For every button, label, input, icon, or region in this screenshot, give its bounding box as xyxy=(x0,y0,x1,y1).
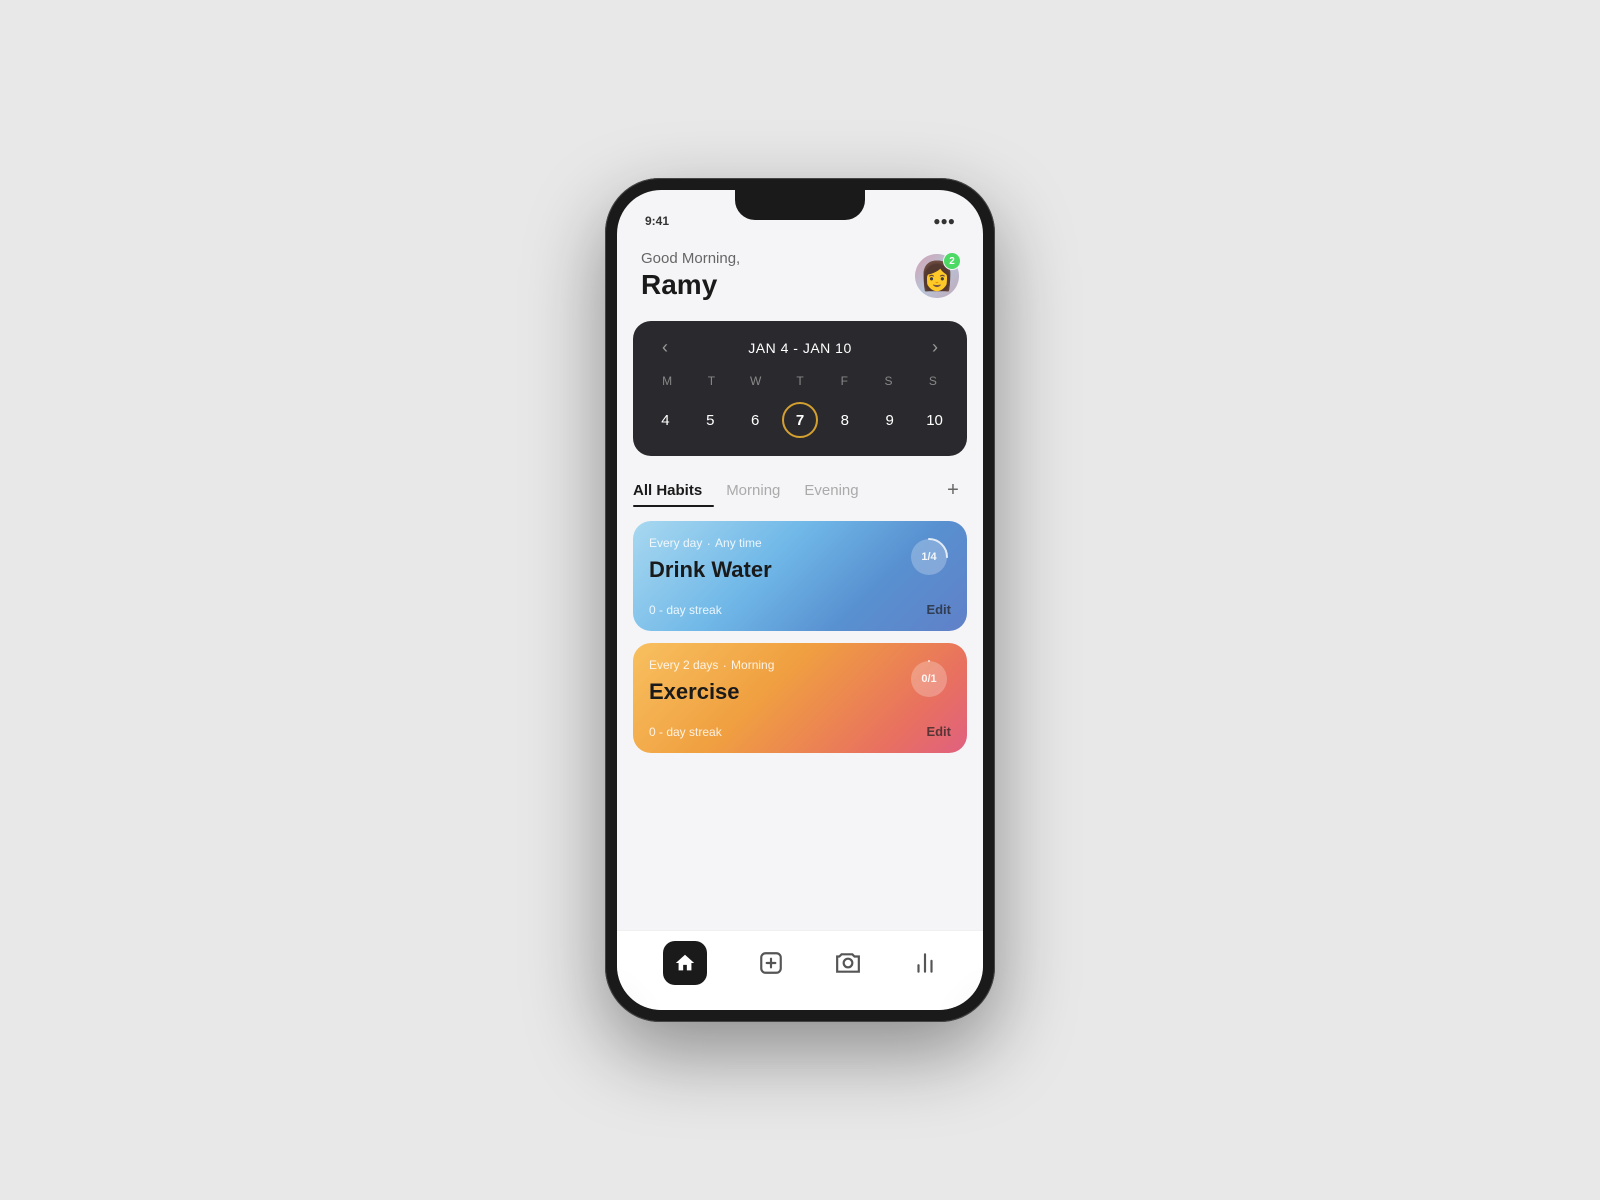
date-cell-4[interactable]: 4 xyxy=(645,400,686,440)
avatar-button[interactable]: 2 xyxy=(915,254,959,298)
habit-frequency-water: Every day xyxy=(649,536,702,550)
habit-time-water: Any time xyxy=(715,536,762,550)
date-cell-9[interactable]: 9 xyxy=(869,400,910,440)
user-name: Ramy xyxy=(641,269,740,301)
habit-footer-exercise: 0 - day streak Edit xyxy=(649,724,951,739)
habit-meta-exercise: Every 2 days · Morning xyxy=(649,657,951,673)
habit-streak-exercise: 0 - day streak xyxy=(649,725,722,739)
habit-time-exercise: Morning xyxy=(731,658,774,672)
header-section: Good Morning, Ramy 2 xyxy=(617,234,983,313)
date-cell-8[interactable]: 8 xyxy=(824,400,865,440)
date-num-6[interactable]: 6 xyxy=(737,402,773,438)
date-cell-5[interactable]: 5 xyxy=(690,400,731,440)
tab-all-habits[interactable]: All Habits xyxy=(633,476,714,505)
nav-stats[interactable] xyxy=(896,942,954,984)
day-label-wed: W xyxy=(734,370,778,392)
day-label-mon: M xyxy=(645,370,689,392)
calendar-dates: 4 5 6 7 8 9 10 xyxy=(633,392,967,456)
habit-footer-water: 0 - day streak Edit xyxy=(649,602,951,617)
calendar-prev-button[interactable]: ‹ xyxy=(653,337,677,358)
home-icon-box xyxy=(663,941,707,985)
date-cell-7[interactable]: 7 xyxy=(780,400,821,440)
day-label-tue: T xyxy=(689,370,733,392)
habit-streak-water: 0 - day streak xyxy=(649,603,722,617)
date-cell-6[interactable]: 6 xyxy=(735,400,776,440)
tabs-list: All Habits Morning Evening xyxy=(633,476,871,505)
calendar-days-header: M T W T F S S xyxy=(633,370,967,392)
habit-card-header-water: Every day · Any time Drink Water xyxy=(649,535,951,583)
habit-card-drink-water[interactable]: Every day · Any time Drink Water 0 - day… xyxy=(633,521,967,631)
calendar-next-button[interactable]: › xyxy=(923,337,947,358)
day-label-sun: S xyxy=(911,370,955,392)
nav-home[interactable] xyxy=(647,933,723,993)
status-time: 9:41 xyxy=(645,214,669,228)
add-habit-button[interactable]: + xyxy=(939,477,967,505)
date-num-9[interactable]: 9 xyxy=(872,402,908,438)
notification-badge: 2 xyxy=(943,252,961,270)
phone-frame: 9:41 ●●● Good Morning, Ramy 2 xyxy=(605,178,995,1022)
calendar-range-label: JAN 4 - JAN 10 xyxy=(748,340,851,356)
habit-title-water: Drink Water xyxy=(649,557,951,583)
calendar-header: ‹ JAN 4 - JAN 10 › xyxy=(633,321,967,370)
status-icons: ●●● xyxy=(933,214,955,228)
dot-water: · xyxy=(706,535,711,551)
progress-circle-water[interactable]: 1/4 xyxy=(907,535,951,579)
camera-icon xyxy=(835,950,861,976)
day-label-fri: F xyxy=(822,370,866,392)
greeting-text: Good Morning, xyxy=(641,250,740,267)
habit-meta-water: Every day · Any time xyxy=(649,535,951,551)
date-num-4[interactable]: 4 xyxy=(647,402,683,438)
date-cell-10[interactable]: 10 xyxy=(914,400,955,440)
nav-add[interactable] xyxy=(742,942,800,984)
date-num-8[interactable]: 8 xyxy=(827,402,863,438)
dot-exercise: · xyxy=(722,657,727,673)
day-label-thu: T xyxy=(778,370,822,392)
progress-label-water: 1/4 xyxy=(921,551,936,563)
phone-screen: 9:41 ●●● Good Morning, Ramy 2 xyxy=(617,190,983,1010)
add-icon xyxy=(758,950,784,976)
bottom-navigation xyxy=(617,930,983,1010)
habit-card-header-exercise: Every 2 days · Morning Exercise xyxy=(649,657,951,705)
tabs-section: All Habits Morning Evening + xyxy=(633,476,967,505)
habits-list: Every day · Any time Drink Water 0 - day… xyxy=(633,521,967,753)
greeting-block: Good Morning, Ramy xyxy=(641,250,740,301)
habit-edit-water[interactable]: Edit xyxy=(926,602,951,617)
date-num-5[interactable]: 5 xyxy=(692,402,728,438)
home-icon xyxy=(674,952,696,974)
habit-edit-exercise[interactable]: Edit xyxy=(926,724,951,739)
chart-icon xyxy=(912,950,938,976)
habit-card-exercise[interactable]: Every 2 days · Morning Exercise 0 - day … xyxy=(633,643,967,753)
habit-frequency-exercise: Every 2 days xyxy=(649,658,718,672)
progress-label-exercise: 0/1 xyxy=(921,673,936,685)
habit-title-exercise: Exercise xyxy=(649,679,951,705)
calendar-section: ‹ JAN 4 - JAN 10 › M T W T F S S 4 5 6 xyxy=(633,321,967,456)
date-num-10[interactable]: 10 xyxy=(917,402,953,438)
progress-circle-exercise[interactable]: 0/1 xyxy=(907,657,951,701)
date-num-7[interactable]: 7 xyxy=(782,402,818,438)
tab-morning[interactable]: Morning xyxy=(714,476,792,505)
nav-camera[interactable] xyxy=(819,942,877,984)
phone-notch xyxy=(735,190,865,220)
content-area: Good Morning, Ramy 2 ‹ JAN 4 - JAN 10 › xyxy=(617,234,983,1010)
day-label-sat: S xyxy=(866,370,910,392)
tab-evening[interactable]: Evening xyxy=(792,476,870,505)
